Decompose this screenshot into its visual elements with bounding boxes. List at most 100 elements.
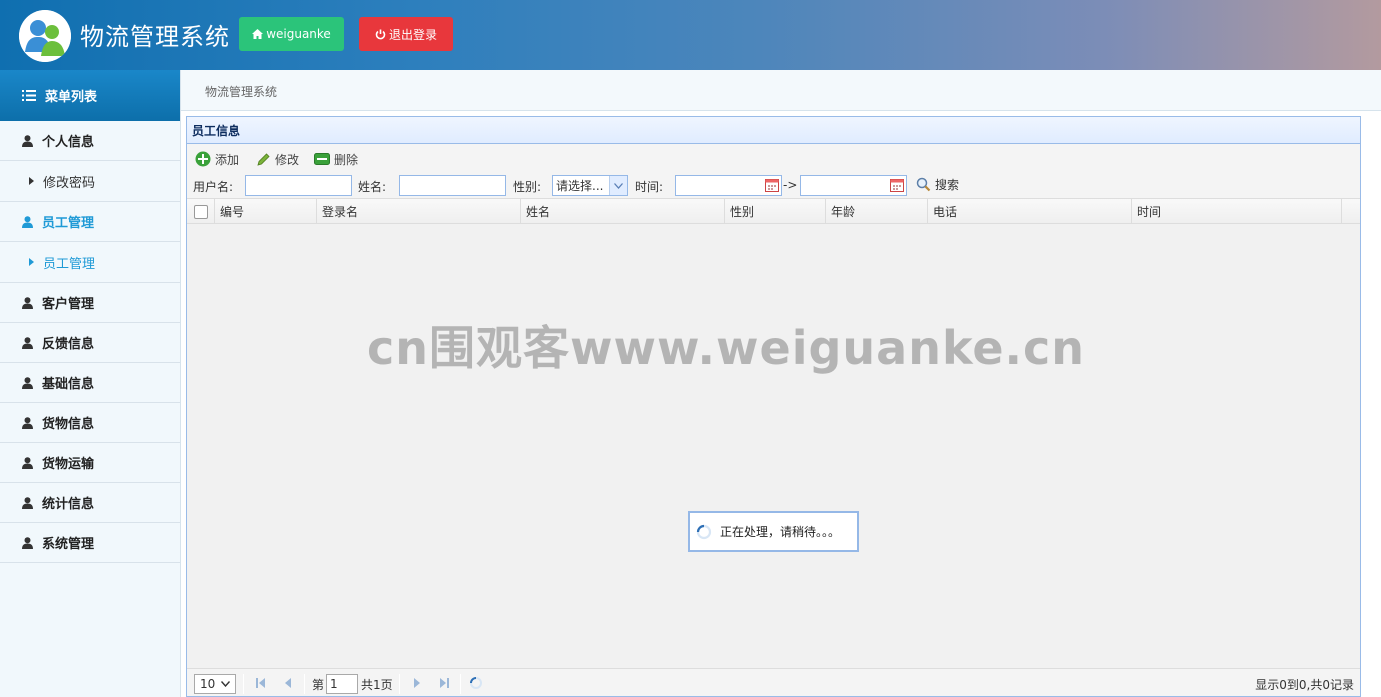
pager-separator bbox=[243, 674, 244, 694]
sidebar-item-1[interactable]: 修改密码 bbox=[0, 161, 180, 202]
user-icon bbox=[22, 336, 33, 349]
user-button-label: weiguanke bbox=[266, 27, 331, 41]
app-title: 物流管理系统 bbox=[80, 23, 230, 51]
column-header[interactable]: 编号 bbox=[215, 199, 317, 224]
sidebar-item-4[interactable]: 客户管理 bbox=[0, 283, 180, 323]
add-button[interactable]: 添加 bbox=[195, 149, 239, 169]
column-header[interactable]: 电话 bbox=[928, 199, 1132, 224]
user-icon bbox=[22, 376, 33, 389]
logout-button[interactable]: 退出登录 bbox=[359, 17, 453, 51]
search-button-label: 搜索 bbox=[935, 178, 960, 192]
prev-page-icon[interactable] bbox=[282, 677, 294, 689]
sidebar-item-label: 系统管理 bbox=[42, 537, 95, 552]
sidebar-item-10[interactable]: 系统管理 bbox=[0, 523, 180, 563]
caret-right-icon bbox=[29, 177, 34, 185]
sidebar-item-8[interactable]: 货物运输 bbox=[0, 443, 180, 483]
edit-label: 修改 bbox=[275, 152, 300, 167]
column-header[interactable]: 时间 bbox=[1132, 199, 1342, 224]
pager-separator bbox=[304, 674, 305, 694]
pagination: 10 第 1 共1页 显示0到0,共0记录 bbox=[187, 668, 1360, 696]
pager-separator bbox=[460, 674, 461, 694]
username-label: 用户名: bbox=[193, 180, 234, 194]
grid-header: 编号 登录名 姓名 性别 年龄 电话 时间 bbox=[187, 199, 1360, 224]
sidebar-item-label: 员工管理 bbox=[42, 216, 95, 231]
search-icon bbox=[916, 177, 931, 192]
select-all-checkbox[interactable] bbox=[187, 199, 215, 224]
user-icon bbox=[22, 536, 33, 549]
column-header[interactable]: 登录名 bbox=[317, 199, 521, 224]
refresh-icon[interactable] bbox=[469, 676, 483, 690]
pencil-icon bbox=[257, 152, 270, 166]
gender-label: 性别: bbox=[513, 180, 542, 194]
last-page-icon[interactable] bbox=[438, 677, 450, 689]
column-header[interactable]: 姓名 bbox=[521, 199, 725, 224]
sidebar-item-5[interactable]: 反馈信息 bbox=[0, 323, 180, 363]
delete-button[interactable]: 删除 bbox=[314, 149, 358, 169]
delete-icon bbox=[314, 153, 330, 165]
search-row: 用户名: 姓名: 性别: 请选择... 时间: -> 搜索 bbox=[187, 175, 1360, 197]
page-prefix: 第 bbox=[312, 678, 325, 692]
chevron-down-icon bbox=[221, 681, 231, 687]
sidebar-item-label: 客户管理 bbox=[42, 297, 95, 312]
list-icon bbox=[22, 90, 36, 101]
calendar-icon[interactable] bbox=[765, 178, 779, 192]
menu-header: 菜单列表 bbox=[0, 70, 180, 121]
user-icon bbox=[22, 134, 33, 147]
loading-text: 正在处理，请稍待。。。 bbox=[720, 525, 841, 539]
app-logo bbox=[19, 10, 71, 62]
sidebar-item-label: 反馈信息 bbox=[42, 337, 95, 352]
end-date-input[interactable] bbox=[800, 175, 907, 196]
next-page-icon[interactable] bbox=[411, 677, 423, 689]
caret-right-icon bbox=[29, 258, 34, 266]
sidebar-item-label: 员工管理 bbox=[43, 256, 96, 272]
sidebar-item-6[interactable]: 基础信息 bbox=[0, 363, 180, 403]
delete-label: 删除 bbox=[334, 152, 359, 167]
sidebar-item-label: 货物运输 bbox=[42, 457, 95, 472]
pager-separator bbox=[399, 674, 400, 694]
sidebar-item-label: 个人信息 bbox=[42, 135, 95, 150]
sidebar: 菜单列表 个人信息 修改密码 员工管理 员工管理 客户管理 反馈信息 基础信息 货物信息 货物运… bbox=[0, 70, 181, 697]
user-icon bbox=[22, 416, 33, 429]
sidebar-item-7[interactable]: 货物信息 bbox=[0, 403, 180, 443]
user-home-button[interactable]: weiguanke bbox=[239, 17, 344, 51]
add-label: 添加 bbox=[215, 152, 240, 167]
grid-body: cn围观客www.weiguanke.cn 正在处理，请稍待。。。 bbox=[187, 224, 1360, 669]
page-size-value: 10 bbox=[200, 677, 216, 691]
home-icon bbox=[252, 29, 264, 39]
user-icon bbox=[22, 296, 33, 309]
first-page-icon[interactable] bbox=[255, 677, 267, 689]
sidebar-item-3[interactable]: 员工管理 bbox=[0, 242, 180, 283]
column-header[interactable]: 年龄 bbox=[826, 199, 928, 224]
power-icon bbox=[375, 29, 386, 39]
range-separator: -> bbox=[783, 178, 798, 192]
logout-button-label: 退出登录 bbox=[388, 27, 437, 42]
name-label: 姓名: bbox=[358, 180, 387, 194]
edit-button[interactable]: 修改 bbox=[256, 149, 299, 169]
page-number-input[interactable]: 1 bbox=[326, 674, 358, 694]
username-input[interactable] bbox=[245, 175, 352, 196]
calendar-icon[interactable] bbox=[890, 178, 904, 192]
time-label: 时间: bbox=[635, 180, 664, 194]
page-number-value: 1 bbox=[330, 677, 338, 691]
page-size-select[interactable]: 10 bbox=[194, 674, 236, 694]
employee-panel: 员工信息 添加 修改 删除 用户名: 姓名: 性别: 请选择... 时间: ->… bbox=[186, 116, 1361, 697]
name-input[interactable] bbox=[399, 175, 506, 196]
spinner-icon bbox=[696, 524, 712, 539]
breadcrumb: 物流管理系统 bbox=[205, 85, 278, 99]
gender-select[interactable]: 请选择... bbox=[552, 175, 628, 196]
chevron-down-icon[interactable] bbox=[609, 176, 627, 195]
sidebar-item-label: 货物信息 bbox=[42, 417, 95, 432]
user-icon bbox=[22, 456, 33, 469]
sidebar-item-2[interactable]: 员工管理 bbox=[0, 202, 180, 242]
start-date-input[interactable] bbox=[675, 175, 782, 196]
watermark: cn围观客www.weiguanke.cn bbox=[367, 321, 1086, 375]
sidebar-item-0[interactable]: 个人信息 bbox=[0, 121, 180, 161]
search-button[interactable]: 搜索 bbox=[916, 176, 959, 193]
gender-select-value: 请选择... bbox=[556, 179, 604, 193]
column-header[interactable]: 性别 bbox=[725, 199, 826, 224]
page-total: 共1页 bbox=[361, 678, 393, 692]
sidebar-item-label: 修改密码 bbox=[43, 175, 96, 191]
sidebar-item-9[interactable]: 统计信息 bbox=[0, 483, 180, 523]
top-header: 物流管理系统 weiguanke 退出登录 bbox=[0, 0, 1381, 70]
toolbar: 添加 修改 删除 用户名: 姓名: 性别: 请选择... 时间: -> 搜索 bbox=[187, 144, 1360, 199]
